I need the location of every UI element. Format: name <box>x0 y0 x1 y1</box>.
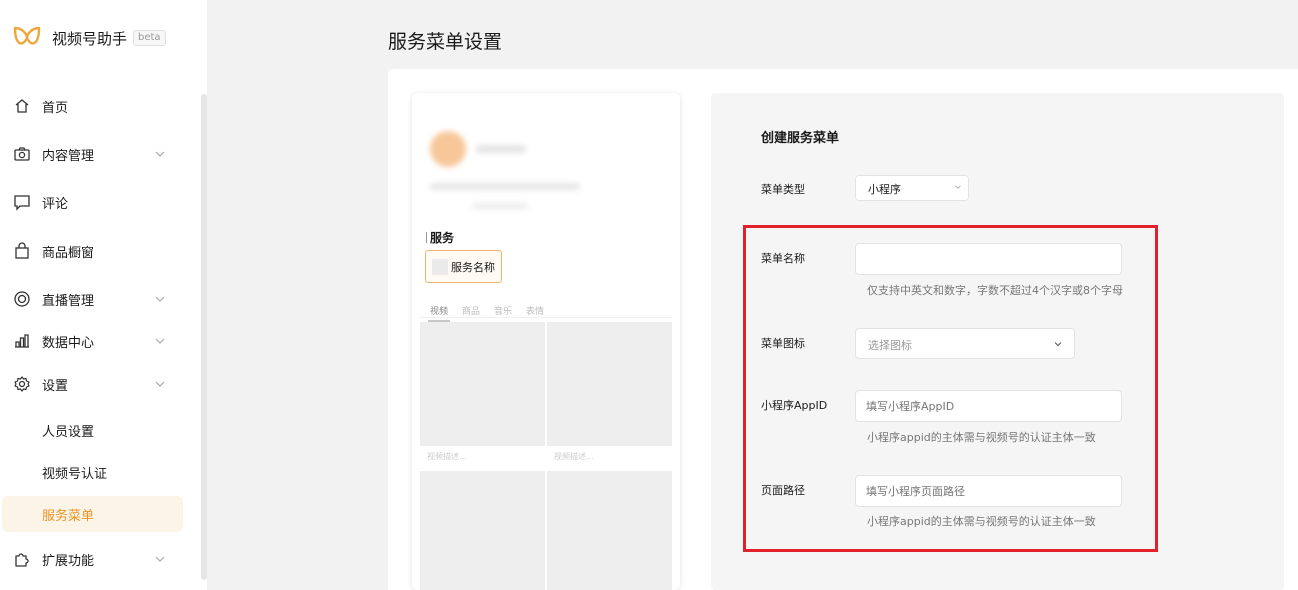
sidebar-item-label: 内容管理 <box>42 148 95 164</box>
sidebar: 视频号助手 beta 首页 内容管理 评论 商品橱窗 直播管理 数据中心 设置 … <box>0 0 207 590</box>
beta-badge: beta <box>133 30 166 46</box>
divider <box>420 317 672 318</box>
sidebar-item-comments[interactable]: 评论 <box>0 184 195 220</box>
sidebar-item-label: 直播管理 <box>42 293 95 309</box>
page-title: 服务菜单设置 <box>388 31 503 53</box>
avatar <box>430 131 466 167</box>
service-heading: 服务 <box>426 229 454 246</box>
sidebar-item-settings[interactable]: 设置 <box>0 366 195 402</box>
sidebar-item-label: 商品橱窗 <box>42 245 95 261</box>
profile-bio-placeholder <box>430 183 580 190</box>
menu-type-label: 菜单类型 <box>761 183 805 196</box>
camera-icon <box>14 147 30 161</box>
chevron-down-icon <box>955 185 961 189</box>
chevron-down-icon <box>155 556 165 562</box>
preview-tab: 视频 <box>427 304 451 322</box>
chart-icon <box>15 334 29 348</box>
chevron-down-icon <box>155 296 165 302</box>
sidebar-item-label: 数据中心 <box>42 335 95 351</box>
video-tile <box>547 322 672 446</box>
sidebar-item-content[interactable]: 内容管理 <box>0 136 195 172</box>
service-icon-placeholder <box>432 258 448 275</box>
gear-icon <box>14 376 30 392</box>
video-tile <box>420 322 545 446</box>
sidebar-subitem-verification[interactable]: 视频号认证 <box>0 454 195 490</box>
sidebar-item-shop[interactable]: 商品橱窗 <box>0 233 195 269</box>
sidebar-item-label: 评论 <box>42 196 69 212</box>
chevron-down-icon <box>155 338 165 344</box>
logo-icon <box>13 26 41 45</box>
sidebar-subitem-label: 人员设置 <box>42 424 95 440</box>
sidebar-item-label: 设置 <box>42 378 69 394</box>
video-tile <box>420 471 545 590</box>
chevron-down-icon <box>155 151 165 157</box>
comment-icon <box>14 195 30 211</box>
sidebar-item-extensions[interactable]: 扩展功能 <box>0 541 195 577</box>
preview-tab: 表情 <box>526 307 545 317</box>
sidebar-scrollbar[interactable] <box>201 94 207 580</box>
sidebar-subitem-label: 服务菜单 <box>42 508 95 524</box>
video-caption: 视频描述... <box>420 446 545 468</box>
preview-tabs: 视频 商品 音乐 表情 <box>427 304 545 322</box>
sidebar-item-label: 首页 <box>42 100 69 116</box>
profile-name-placeholder <box>476 145 526 153</box>
sidebar-subitem-members[interactable]: 人员设置 <box>0 412 195 448</box>
service-menu-preview-button: 服务名称 <box>425 250 502 283</box>
service-name-label: 服务名称 <box>451 260 495 274</box>
sidebar-item-label: 扩展功能 <box>42 553 95 569</box>
app-name: 视频号助手 <box>52 29 128 48</box>
sidebar-subitem-label: 视频号认证 <box>42 466 108 482</box>
app-logo[interactable]: 视频号助手 beta <box>12 24 166 52</box>
sidebar-item-live[interactable]: 直播管理 <box>0 281 195 317</box>
profile-bio-placeholder <box>472 203 528 209</box>
sidebar-subitem-service-menu[interactable]: 服务菜单 <box>2 496 183 532</box>
sidebar-item-home[interactable]: 首页 <box>0 88 195 124</box>
preview-tab: 音乐 <box>494 307 513 317</box>
sidebar-item-data[interactable]: 数据中心 <box>0 323 195 359</box>
menu-type-select[interactable]: 小程序 <box>855 175 969 201</box>
live-icon <box>14 291 30 307</box>
phone-preview: 服务 服务名称 视频 商品 音乐 表情 视频描述... 视频描述... <box>412 93 680 590</box>
form-title: 创建服务菜单 <box>761 131 840 146</box>
puzzle-icon <box>15 553 29 567</box>
video-caption: 视频描述... <box>547 446 672 468</box>
highlight-box <box>743 225 1158 552</box>
preview-tab: 商品 <box>462 307 481 317</box>
bag-icon <box>15 242 29 259</box>
video-tile <box>547 471 672 590</box>
menu-type-value: 小程序 <box>868 183 901 196</box>
home-icon <box>15 99 29 113</box>
chevron-down-icon <box>155 381 165 387</box>
